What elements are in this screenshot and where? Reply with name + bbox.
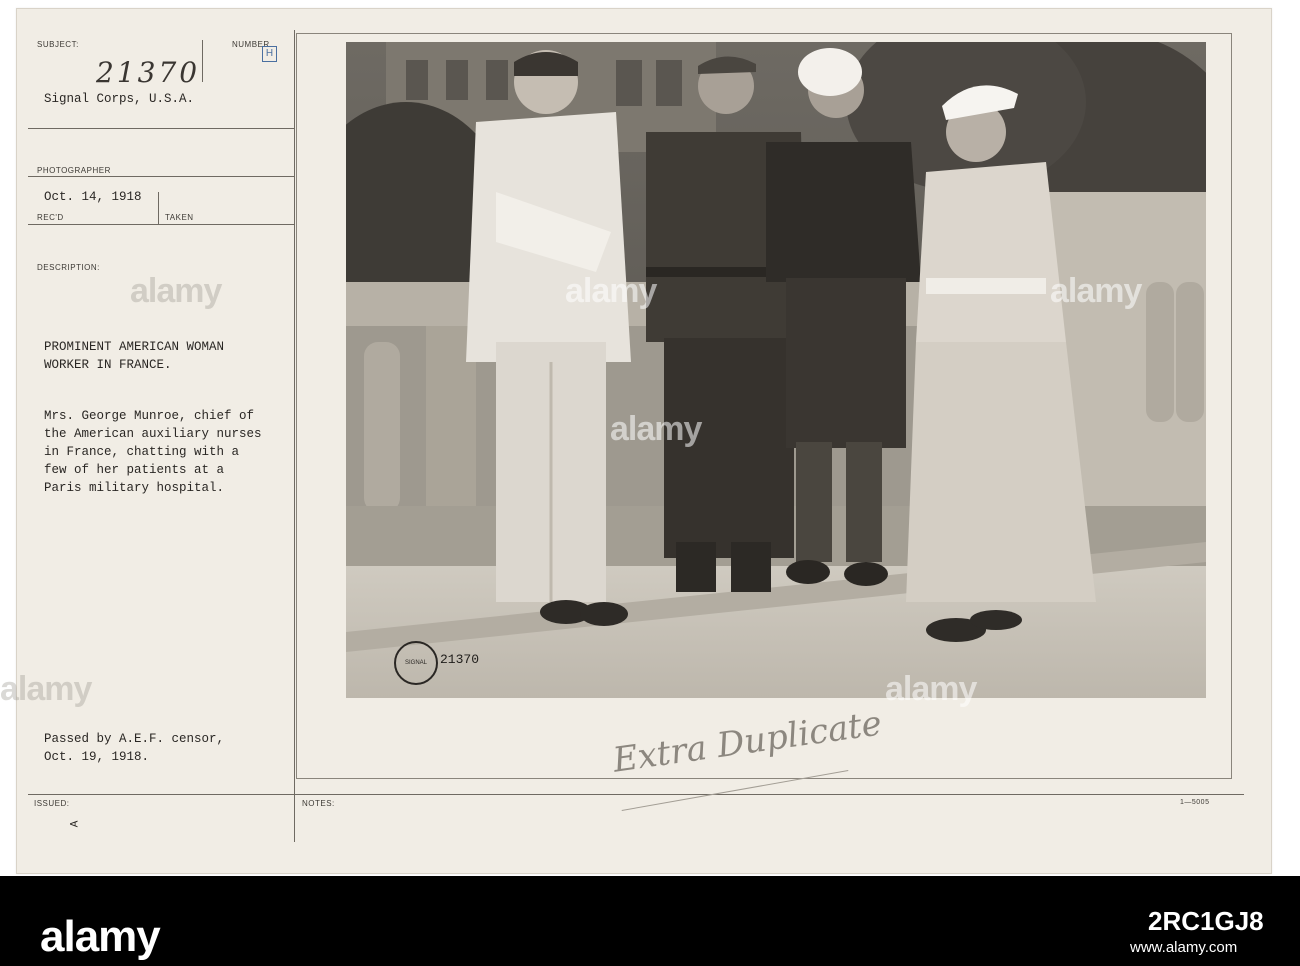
watermark-left-bottom: alamy [0, 670, 92, 708]
description-line-1: Mrs. George Munroe, chief of [44, 409, 255, 423]
form-divider-number [202, 40, 203, 82]
taken-label: TAKEN [165, 213, 194, 222]
issued-label: ISSUED: [34, 799, 70, 808]
subject-number-handwritten: 21370 [96, 56, 201, 89]
headline-line-2: WORKER IN FRANCE. [44, 358, 172, 372]
photograph-illustration [346, 42, 1206, 698]
form-divider-issued [28, 794, 1244, 795]
form-divider-subject [28, 128, 294, 129]
description-line-2: the American auxiliary nurses [44, 427, 262, 441]
description-line-4: few of her patients at a [44, 463, 225, 477]
unit-text: Signal Corps, U.S.A. [44, 92, 195, 106]
stock-site-url[interactable]: www.alamy.com [1130, 939, 1237, 956]
form-divider-photographer [28, 176, 294, 177]
date-text: Oct. 14, 1918 [44, 190, 142, 204]
received-label: REC'D [37, 213, 64, 222]
form-divider-vertical [294, 30, 295, 842]
stock-footer-bar [0, 876, 1300, 966]
subject-label: SUBJECT: [37, 40, 79, 49]
watermark-photo-bottom: alamy [885, 670, 977, 708]
form-divider-date [28, 224, 294, 225]
form-divider-taken [158, 192, 159, 224]
watermark-photo-top: alamy [565, 272, 657, 310]
description-line-3: in France, chatting with a [44, 445, 240, 459]
notes-label: NOTES: [302, 799, 335, 808]
headline-line-1: PROMINENT AMERICAN WOMAN [44, 340, 225, 354]
issued-mark: A [69, 820, 82, 828]
form-code: 1—5005 [1180, 799, 1210, 806]
stock-logo: alamy [40, 912, 161, 961]
historical-photograph [346, 42, 1206, 698]
description-line-5: Paris military hospital. [44, 481, 225, 495]
signal-corps-seal: SIGNAL CORPS U.S.A. [394, 641, 438, 685]
watermark-photo-right: alamy [1050, 272, 1142, 310]
watermark-left-top: alamy [130, 272, 222, 310]
watermark-photo-middle: alamy [610, 410, 702, 448]
stock-image-id: 2RC1GJ8 [1148, 906, 1264, 936]
description-label: DESCRIPTION: [37, 263, 100, 272]
censor-line-1: Passed by A.E.F. censor, [44, 732, 225, 746]
photographer-label: PHOTOGRAPHER [37, 166, 111, 175]
number-stamp: H [262, 46, 277, 62]
censor-line-2: Oct. 19, 1918. [44, 750, 150, 764]
photo-number-stamp: 21370 [440, 652, 480, 667]
